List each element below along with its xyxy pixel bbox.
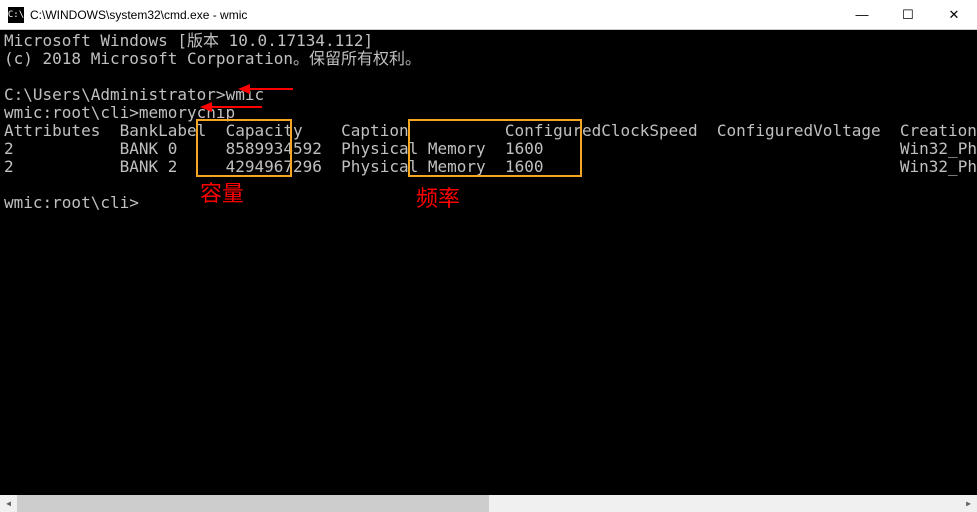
scrollbar-thumb[interactable]: [17, 495, 489, 512]
terminal-line: (c) 2018 Microsoft Corporation。保留所有权利。: [4, 49, 421, 68]
scroll-right-button[interactable]: ▶: [960, 495, 977, 512]
prompt-path: wmic:root\cli>: [4, 193, 139, 212]
minimize-button[interactable]: —: [839, 0, 885, 29]
window-title: C:\WINDOWS\system32\cmd.exe - wmic: [30, 8, 839, 22]
table-row: 2 BANK 2 4294967296 Physical Memory 1600…: [4, 157, 977, 176]
cmd-icon: C:\: [8, 7, 24, 23]
scrollbar-track[interactable]: [17, 495, 960, 512]
command-entered: wmic: [226, 85, 265, 104]
capacity-annotation-label: 容量: [200, 185, 244, 203]
prompt-path: wmic:root\cli>: [4, 103, 139, 122]
table-header: Attributes BankLabel Capacity Caption Co…: [4, 121, 977, 140]
table-row: 2 BANK 0 8589934592 Physical Memory 1600…: [4, 139, 977, 158]
close-button[interactable]: ✕: [931, 0, 977, 29]
scroll-left-button[interactable]: ◀: [0, 495, 17, 512]
prompt-path: C:\Users\Administrator>: [4, 85, 226, 104]
terminal-line: Microsoft Windows [版本 10.0.17134.112]: [4, 31, 373, 50]
terminal-content[interactable]: Microsoft Windows [版本 10.0.17134.112] (c…: [0, 30, 977, 495]
horizontal-scrollbar[interactable]: ◀ ▶: [0, 495, 977, 512]
command-entered: memorychip: [139, 103, 235, 122]
window-controls: — ☐ ✕: [839, 0, 977, 29]
frequency-annotation-label: 频率: [416, 190, 460, 208]
maximize-button[interactable]: ☐: [885, 0, 931, 29]
window-titlebar[interactable]: C:\ C:\WINDOWS\system32\cmd.exe - wmic —…: [0, 0, 977, 30]
